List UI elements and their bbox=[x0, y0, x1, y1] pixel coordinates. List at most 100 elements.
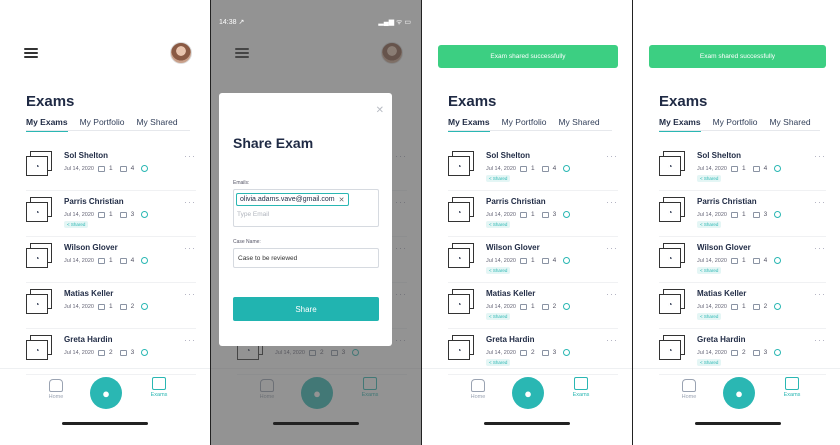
email-field[interactable]: olivia.adams.vave@gmail.com ✕ bbox=[233, 189, 379, 227]
list-item[interactable]: ◔ Parris Christian Jul 14, 2020 1 3 < Shared ·… bbox=[448, 191, 618, 237]
list-item[interactable]: ◔ Sol Shelton Jul 14, 2020 1 4 < Shared ··· bbox=[448, 145, 618, 191]
exam-date: Jul 14, 2020 bbox=[486, 165, 516, 172]
status-time: 14:38 ↗ bbox=[219, 19, 245, 26]
list-item[interactable]: ◔ Matias Keller Jul 14, 2020 1 2 < Shared ··· bbox=[659, 283, 826, 329]
exam-date: Jul 14, 2020 bbox=[64, 303, 94, 310]
image-count: 3 bbox=[552, 211, 557, 218]
eye-icon[interactable] bbox=[563, 257, 571, 264]
exam-meta: Jul 14, 2020 1 4 bbox=[486, 257, 571, 264]
camera-button[interactable]: ● bbox=[723, 377, 755, 409]
hamburger-icon[interactable] bbox=[24, 48, 38, 58]
nav-exams[interactable]: Exams bbox=[145, 377, 173, 398]
more-options-icon[interactable]: ··· bbox=[606, 289, 618, 299]
nav-home[interactable]: Home bbox=[677, 379, 701, 400]
image-count: 4 bbox=[763, 257, 768, 264]
list-item[interactable]: ◔ Parris Christian Jul 14, 2020 1 3 < Shared ·… bbox=[26, 191, 196, 237]
eye-icon[interactable] bbox=[774, 257, 782, 264]
share-button[interactable]: Share bbox=[233, 297, 379, 321]
exam-thumbnail-icon: ◔ bbox=[448, 335, 476, 361]
file-icon bbox=[519, 165, 527, 172]
exam-patient-name: Sol Shelton bbox=[64, 151, 108, 160]
exam-thumbnail-icon: ◔ bbox=[659, 335, 687, 361]
exam-thumbnail-icon: ◔ bbox=[659, 197, 687, 223]
eye-icon[interactable] bbox=[774, 349, 782, 356]
more-options-icon[interactable]: ··· bbox=[606, 335, 618, 345]
nav-home[interactable]: Home bbox=[44, 379, 68, 400]
more-options-icon[interactable]: ··· bbox=[814, 243, 826, 253]
eye-icon[interactable] bbox=[141, 257, 149, 264]
more-options-icon[interactable]: ··· bbox=[814, 197, 826, 207]
file-count: 1 bbox=[741, 165, 746, 172]
home-icon bbox=[471, 379, 485, 392]
nav-exams[interactable]: Exams bbox=[567, 377, 595, 398]
eye-icon[interactable] bbox=[141, 211, 149, 218]
remove-email-icon[interactable]: ✕ bbox=[339, 196, 345, 204]
close-icon[interactable]: ✕ bbox=[376, 105, 384, 116]
email-chip[interactable]: olivia.adams.vave@gmail.com ✕ bbox=[236, 193, 349, 206]
eye-icon[interactable] bbox=[774, 165, 782, 172]
nav-exams[interactable]: Exams bbox=[778, 377, 806, 398]
eye-icon[interactable] bbox=[563, 165, 571, 172]
screen-exam-list: Exams My Exams My Portfolio My Shared ◔ S… bbox=[0, 0, 210, 445]
shared-badge: < Shared bbox=[486, 359, 511, 366]
more-options-icon[interactable]: ··· bbox=[814, 289, 826, 299]
home-indicator bbox=[484, 422, 570, 425]
file-count: 1 bbox=[530, 165, 535, 172]
exam-meta: Jul 14, 2020 1 3 bbox=[64, 211, 149, 218]
exam-patient-name: Wilson Glover bbox=[697, 243, 751, 252]
eye-icon[interactable] bbox=[141, 303, 149, 310]
exam-list: ◔ Sol Shelton Jul 14, 2020 1 4 < Shared ··· ◔ Pa… bbox=[448, 145, 618, 375]
more-options-icon[interactable]: ··· bbox=[184, 243, 196, 253]
list-item[interactable]: ◔ Matias Keller Jul 14, 2020 1 2 ··· bbox=[26, 283, 196, 329]
more-options-icon[interactable]: ··· bbox=[814, 151, 826, 161]
list-item[interactable]: ◔ Wilson Glover Jul 14, 2020 1 4 < Shared ··· bbox=[659, 237, 826, 283]
more-options-icon[interactable]: ··· bbox=[606, 243, 618, 253]
case-name-input[interactable] bbox=[233, 248, 379, 268]
email-input[interactable] bbox=[237, 211, 367, 218]
exam-meta: Jul 14, 2020 2 3 bbox=[64, 349, 149, 356]
shared-badge: < Shared bbox=[697, 175, 722, 182]
file-icon bbox=[730, 165, 738, 172]
list-item[interactable]: ◔ Parris Christian Jul 14, 2020 1 3 < Shared ·… bbox=[659, 191, 826, 237]
image-icon bbox=[752, 165, 760, 172]
shared-badge: < Shared bbox=[697, 221, 722, 228]
eye-icon[interactable] bbox=[563, 349, 571, 356]
nav-home[interactable]: Home bbox=[466, 379, 490, 400]
more-options-icon[interactable]: ··· bbox=[184, 335, 196, 345]
eye-icon[interactable] bbox=[774, 211, 782, 218]
more-options-icon[interactable]: ··· bbox=[814, 335, 826, 345]
more-options-icon[interactable]: ··· bbox=[606, 197, 618, 207]
image-count: 2 bbox=[552, 303, 557, 310]
list-item[interactable]: ◔ Sol Shelton Jul 14, 2020 1 4 < Shared ··· bbox=[659, 145, 826, 191]
case-name-label: Case Name: bbox=[233, 239, 261, 245]
eye-icon[interactable] bbox=[141, 165, 149, 172]
eye-icon[interactable] bbox=[141, 349, 149, 356]
exam-list: ◔ Sol Shelton Jul 14, 2020 1 4 < Shared ··· ◔ Pa… bbox=[659, 145, 826, 375]
eye-icon[interactable] bbox=[563, 303, 571, 310]
eye-icon[interactable] bbox=[563, 211, 571, 218]
eye-icon[interactable] bbox=[774, 303, 782, 310]
more-options-icon[interactable]: ··· bbox=[184, 151, 196, 161]
camera-button[interactable]: ● bbox=[512, 377, 544, 409]
email-chip-text: olivia.adams.vave@gmail.com bbox=[240, 196, 335, 203]
image-icon bbox=[752, 257, 760, 264]
exam-date: Jul 14, 2020 bbox=[486, 303, 516, 310]
more-options-icon[interactable]: ··· bbox=[184, 197, 196, 207]
exam-date: Jul 14, 2020 bbox=[64, 349, 94, 356]
list-item[interactable]: ◔ Sol Shelton Jul 14, 2020 1 4 ··· bbox=[26, 145, 196, 191]
camera-button[interactable]: ● bbox=[90, 377, 122, 409]
exam-patient-name: Greta Hardin bbox=[64, 335, 113, 344]
image-icon bbox=[541, 349, 549, 356]
more-options-icon[interactable]: ··· bbox=[184, 289, 196, 299]
bottom-nav: Home ● Exams bbox=[0, 368, 210, 428]
exam-meta: Jul 14, 2020 1 4 bbox=[697, 165, 782, 172]
list-item[interactable]: ◔ Wilson Glover Jul 14, 2020 1 4 < Shared ··· bbox=[448, 237, 618, 283]
exam-date: Jul 14, 2020 bbox=[697, 303, 727, 310]
list-item[interactable]: ◔ Matias Keller Jul 14, 2020 1 2 < Shared ··· bbox=[448, 283, 618, 329]
screen-share-modal: Exams My Exams My Portfolio My Shared ◔S… bbox=[211, 0, 421, 445]
status-bar: 14:38 ↗ ▂▄▆ ᯤ ▭ bbox=[219, 18, 411, 27]
user-avatar[interactable] bbox=[170, 42, 192, 64]
more-options-icon[interactable]: ··· bbox=[606, 151, 618, 161]
list-item[interactable]: ◔ Wilson Glover Jul 14, 2020 1 4 ··· bbox=[26, 237, 196, 283]
success-toast: Exam shared successfully bbox=[649, 45, 826, 68]
